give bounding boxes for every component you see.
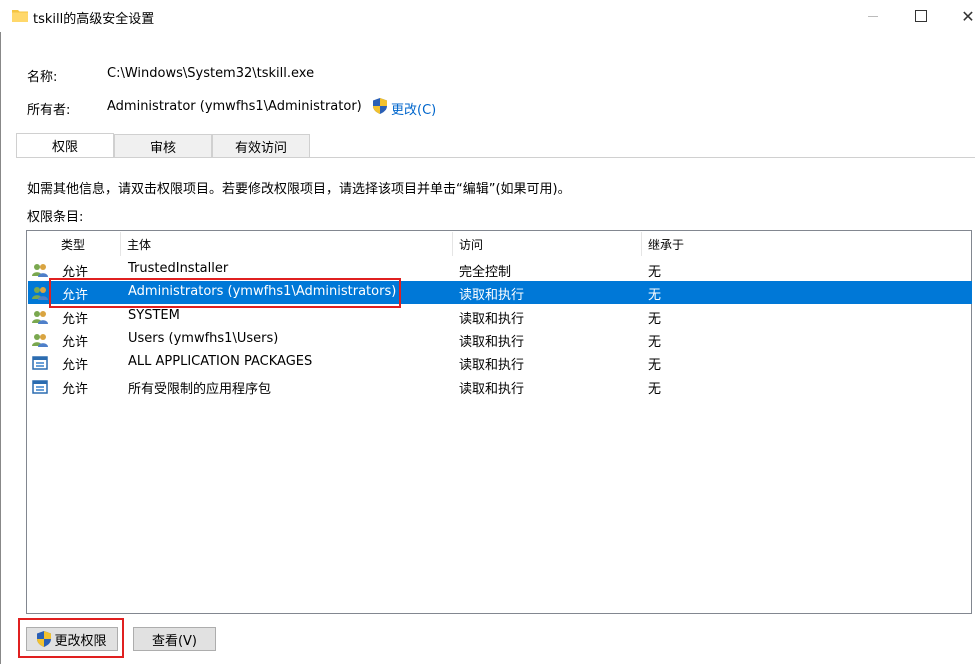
entries-label: 权限条目: bbox=[27, 210, 84, 225]
change-permissions-label: 更改权限 bbox=[54, 633, 107, 649]
change-permissions-button[interactable]: 更改权限 bbox=[26, 627, 118, 651]
cell-access: 读取和执行 bbox=[459, 311, 525, 327]
column-header-principal[interactable]: 主体 bbox=[121, 232, 452, 256]
cell-principal: SYSTEM bbox=[128, 307, 180, 323]
view-button[interactable]: 查看(V) bbox=[133, 627, 216, 651]
minimize-button[interactable] bbox=[850, 0, 896, 32]
column-header-principal-label: 主体 bbox=[127, 237, 152, 252]
title-bar: tskill的高级安全设置 ✕ bbox=[0, 0, 975, 32]
view-button-label: 查看(V) bbox=[151, 633, 198, 649]
column-header-access[interactable]: 访问 bbox=[453, 232, 641, 256]
column-header-inherited[interactable]: 继承于 bbox=[642, 232, 842, 256]
cell-access: 读取和执行 bbox=[459, 358, 525, 374]
cell-principal: 所有受限制的应用程序包 bbox=[128, 381, 272, 397]
tab-permissions-label: 权限 bbox=[51, 140, 78, 155]
app-package-icon bbox=[32, 355, 48, 371]
change-owner-link[interactable]: 更改(C) bbox=[391, 99, 436, 118]
uac-shield-icon bbox=[373, 98, 387, 114]
maximize-button[interactable] bbox=[898, 0, 944, 32]
window-title: tskill的高级安全设置 bbox=[33, 12, 155, 27]
cell-inherited: 无 bbox=[648, 311, 662, 327]
table-row[interactable]: 允许 Users (ymwfhs1\Users) 读取和执行 无 bbox=[28, 328, 972, 351]
instructions-text: 如需其他信息，请双击权限项目。若要修改权限项目，请选择该项目并单击“编辑”(如果… bbox=[27, 182, 571, 197]
column-header-access-label: 访问 bbox=[459, 237, 484, 252]
user-group-icon bbox=[32, 262, 48, 278]
table-row[interactable]: 允许 所有受限制的应用程序包 读取和执行 无 bbox=[28, 375, 972, 398]
cell-inherited: 无 bbox=[648, 381, 662, 397]
column-header-type-label: 类型 bbox=[61, 237, 86, 252]
user-group-icon bbox=[32, 285, 48, 301]
maximize-icon bbox=[915, 10, 927, 22]
window-border bbox=[0, 32, 1, 664]
owner-label: 所有者: bbox=[27, 103, 71, 118]
user-group-icon bbox=[32, 332, 48, 348]
cell-inherited: 无 bbox=[648, 334, 662, 350]
tab-effective-access-label: 有效访问 bbox=[234, 140, 287, 156]
close-icon: ✕ bbox=[961, 6, 975, 26]
close-button[interactable]: ✕ bbox=[945, 0, 975, 32]
cell-access: 读取和执行 bbox=[459, 381, 525, 397]
tab-strip-line bbox=[16, 157, 975, 158]
cell-principal: Users (ymwfhs1\Users) bbox=[128, 330, 279, 346]
highlight-box-principal bbox=[49, 278, 401, 308]
user-group-icon bbox=[32, 309, 48, 325]
column-header-inherited-label: 继承于 bbox=[648, 237, 685, 252]
cell-type: 允许 bbox=[62, 334, 89, 350]
owner-value: Administrator (ymwfhs1\Administrator) bbox=[107, 99, 362, 114]
cell-principal: TrustedInstaller bbox=[128, 261, 229, 276]
cell-access: 完全控制 bbox=[459, 265, 512, 280]
name-label: 名称: bbox=[27, 70, 58, 85]
minimize-icon bbox=[868, 15, 878, 17]
uac-shield-icon bbox=[37, 631, 52, 647]
table-row[interactable]: 允许 ALL APPLICATION PACKAGES 读取和执行 无 bbox=[28, 351, 972, 374]
name-value: C:\Windows\System32\tskill.exe bbox=[107, 66, 315, 81]
folder-icon bbox=[12, 10, 28, 22]
cell-inherited: 无 bbox=[648, 265, 662, 280]
cell-type: 允许 bbox=[62, 381, 89, 397]
tab-permissions[interactable]: 权限 bbox=[16, 133, 114, 157]
cell-inherited: 无 bbox=[648, 358, 662, 374]
cell-access: 读取和执行 bbox=[459, 334, 525, 350]
tab-auditing[interactable]: 审核 bbox=[114, 134, 212, 157]
cell-inherited: 无 bbox=[648, 288, 662, 304]
tab-effective-access[interactable]: 有效访问 bbox=[212, 134, 310, 157]
cell-type: 允许 bbox=[62, 311, 89, 327]
tab-auditing-label: 审核 bbox=[149, 140, 176, 156]
cell-access: 读取和执行 bbox=[459, 288, 525, 304]
column-header-type[interactable]: 类型 bbox=[55, 232, 121, 256]
cell-principal: ALL APPLICATION PACKAGES bbox=[128, 354, 313, 370]
table-row[interactable]: 允许 SYSTEM 读取和执行 无 bbox=[28, 305, 972, 328]
cell-type: 允许 bbox=[62, 358, 89, 374]
app-package-icon bbox=[32, 379, 48, 395]
